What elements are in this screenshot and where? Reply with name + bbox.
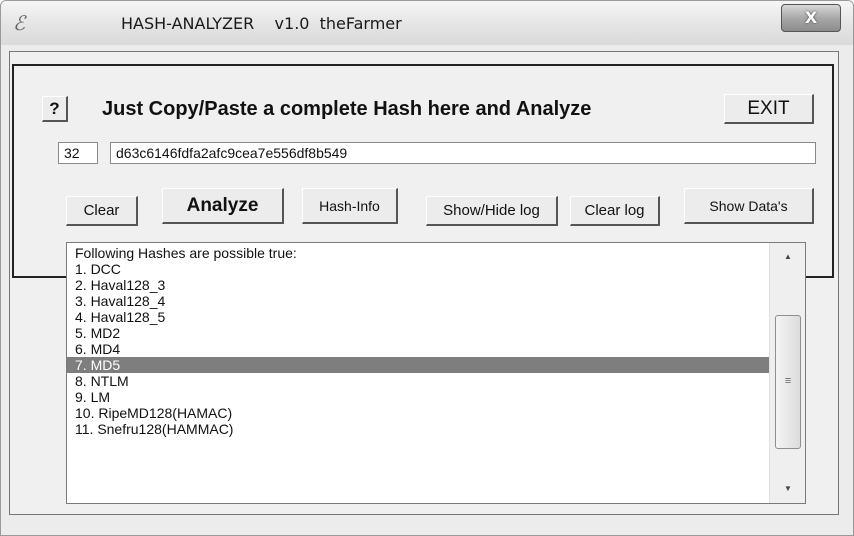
log-line[interactable]: 4. Haval128_5: [67, 309, 769, 325]
close-icon: X: [804, 8, 818, 27]
analyze-button[interactable]: Analyze: [162, 188, 284, 224]
log-line[interactable]: 3. Haval128_4: [67, 293, 769, 309]
log-header-line[interactable]: Following Hashes are possible true:: [67, 245, 769, 261]
window-title: HASH-ANALYZER v1.0 theFarmer: [121, 14, 402, 33]
instruction-heading: Just Copy/Paste a complete Hash here and…: [102, 98, 592, 120]
exit-button[interactable]: EXIT: [724, 94, 814, 124]
client-area: ? Just Copy/Paste a complete Hash here a…: [9, 51, 839, 515]
log-line[interactable]: 1. DCC: [67, 261, 769, 277]
result-log[interactable]: Following Hashes are possible true: 1. DC…: [66, 242, 806, 504]
log-line[interactable]: 11. Snefru128(HAMMAC): [67, 421, 769, 437]
log-line[interactable]: 9. LM: [67, 389, 769, 405]
help-button[interactable]: ?: [42, 96, 68, 122]
result-list[interactable]: Following Hashes are possible true: 1. DC…: [67, 243, 769, 503]
vertical-scrollbar[interactable]: ▲ ≡ ▼: [769, 243, 805, 503]
app-icon: ℰ: [13, 11, 26, 35]
close-button[interactable]: X: [781, 4, 841, 32]
show-hide-log-button[interactable]: Show/Hide log: [426, 196, 558, 226]
show-data-button[interactable]: Show Data's: [684, 188, 814, 224]
title-bar[interactable]: ℰ HASH-ANALYZER v1.0 theFarmer X: [1, 1, 853, 45]
log-line[interactable]: 2. Haval128_3: [67, 277, 769, 293]
app-window: ℰ HASH-ANALYZER v1.0 theFarmer X ? Just …: [0, 0, 854, 536]
grip-icon: ≡: [784, 375, 792, 387]
clear-button[interactable]: Clear: [66, 196, 138, 226]
log-line[interactable]: 10. RipeMD128(HAMAC): [67, 405, 769, 421]
scroll-down-icon[interactable]: ▼: [770, 479, 805, 499]
hash-length-field: 32: [58, 142, 98, 164]
log-line[interactable]: 5. MD2: [67, 325, 769, 341]
hash-input[interactable]: [110, 142, 816, 164]
scroll-thumb[interactable]: ≡: [775, 315, 801, 449]
hash-info-button[interactable]: Hash-Info: [302, 188, 398, 224]
scroll-up-icon[interactable]: ▲: [770, 247, 805, 267]
clear-log-button[interactable]: Clear log: [570, 196, 660, 226]
log-line[interactable]: 7. MD5: [67, 357, 769, 373]
log-line[interactable]: 8. NTLM: [67, 373, 769, 389]
log-line[interactable]: 6. MD4: [67, 341, 769, 357]
